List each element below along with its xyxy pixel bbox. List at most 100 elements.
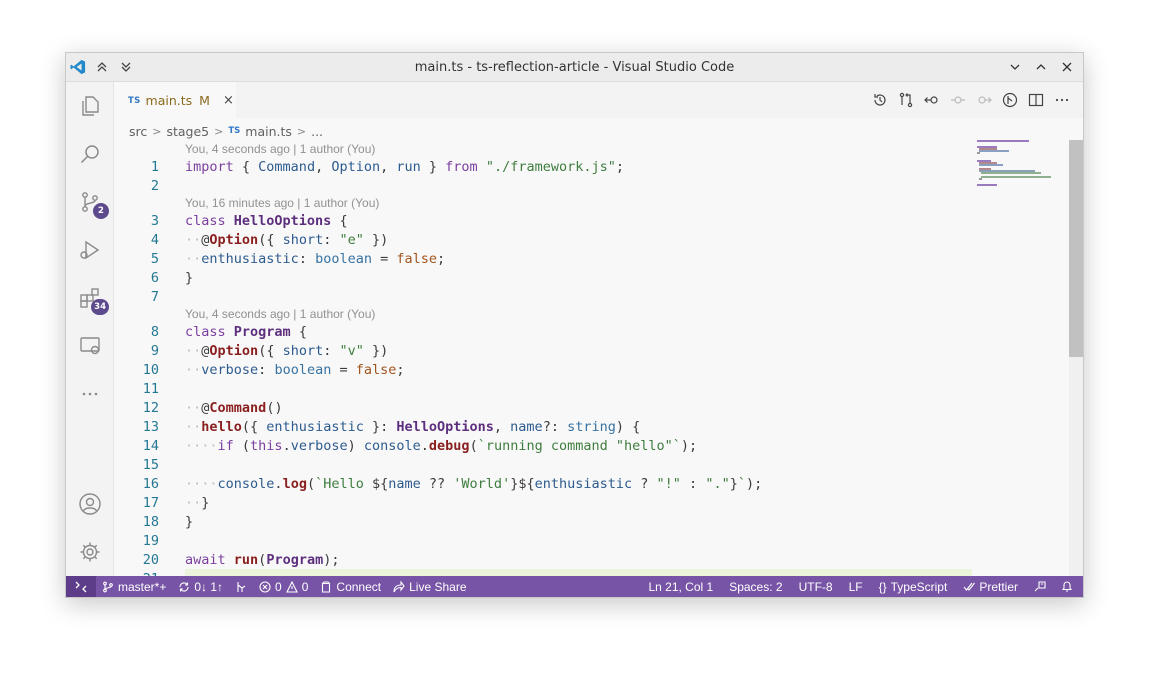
code-line: 18} [114, 512, 193, 531]
git-lens-icon[interactable] [1001, 91, 1019, 109]
code-text: ··verbose: boolean = false; [185, 361, 405, 378]
live-share-icon [393, 580, 405, 592]
more-icon[interactable] [76, 380, 104, 408]
breadcrumb-item-src[interactable]: src [129, 124, 147, 139]
braces-icon: {} [878, 579, 887, 594]
gitlens-status[interactable] [229, 581, 253, 593]
line-number: 10 [142, 361, 159, 378]
timeline-history-icon[interactable] [871, 91, 889, 109]
error-icon [259, 580, 271, 593]
accounts-icon[interactable] [76, 490, 104, 518]
code-line: 14 ····if (this.verbose) console.debug(`r… [114, 436, 697, 455]
run-debug-icon[interactable] [76, 236, 104, 264]
minimap[interactable] [977, 140, 1051, 204]
feedback-icon[interactable] [1026, 580, 1055, 593]
code-text: class HelloOptions { [185, 212, 348, 229]
editor-actions [871, 91, 1071, 109]
close-window-icon[interactable] [1059, 59, 1075, 75]
prettier-status[interactable]: Prettier [955, 580, 1026, 594]
language-mode[interactable]: {} TypeScript [871, 580, 956, 594]
error-count: 0 [275, 579, 282, 594]
previous-change-icon[interactable] [949, 91, 967, 109]
prettier-label: Prettier [979, 579, 1018, 594]
settings-gear-icon[interactable] [76, 538, 104, 566]
live-share-status[interactable]: Live Share [387, 580, 472, 594]
line-number: 3 [150, 212, 159, 229]
code-text: class Program { [185, 323, 307, 340]
codelens-blame[interactable]: You, 16 minutes ago | 1 author (You) [185, 194, 379, 211]
chevrons-up-icon[interactable] [94, 59, 110, 75]
line-number: 2 [150, 177, 159, 194]
open-changes-icon[interactable] [897, 91, 915, 109]
code-line: 9 ··@Option({ short: "v" }) [114, 341, 388, 360]
code-line: 10 ··verbose: boolean = false; [114, 360, 405, 379]
code-editor[interactable]: You, 4 seconds ago | 1 author (You) 1 imp… [114, 140, 974, 576]
cursor-position[interactable]: Ln 21, Col 1 [640, 580, 721, 594]
remote-indicator-icon[interactable] [66, 576, 96, 597]
line-number: 1 [150, 158, 159, 175]
breadcrumb-item-file[interactable]: main.ts [245, 124, 292, 139]
branch-name: master*+ [118, 579, 167, 594]
extensions-icon[interactable]: 34 [76, 284, 109, 315]
go-back-icon[interactable] [923, 91, 941, 109]
tab-close-icon[interactable]: × [223, 93, 234, 108]
tab-bar: TS main.ts M × [114, 82, 1083, 118]
codelens-blame[interactable]: You, 4 seconds ago | 1 author (You) [185, 305, 375, 322]
scrollbar-thumb[interactable] [1069, 140, 1083, 357]
status-bar: master*+ 0↓ 1↑ 0 0 Connect Live Share Ln… [66, 576, 1083, 597]
code-text: import { Command, Option, run } from "./… [185, 158, 625, 175]
code-text: ··} [185, 494, 210, 511]
line-number: 13 [142, 418, 159, 435]
encoding[interactable]: UTF-8 [791, 580, 841, 594]
breadcrumb: src > stage5 > TS main.ts > ... [129, 122, 323, 140]
gitlens-icon [237, 581, 246, 592]
sync-status[interactable]: 0↓ 1↑ [172, 580, 229, 594]
scm-badge: 2 [93, 203, 109, 219]
code-line: 19 [114, 531, 159, 550]
tab-filename: main.ts [145, 93, 193, 108]
code-text: ····if (this.verbose) console.debug(`run… [185, 437, 698, 454]
code-line: 7 [114, 287, 159, 306]
code-line: 8 class Program { [114, 322, 307, 341]
status-bar-right: Ln 21, Col 1 Spaces: 2 UTF-8 LF {} TypeS… [640, 580, 1083, 594]
typescript-file-icon: TS [228, 126, 241, 136]
connect-status[interactable]: Connect [314, 580, 387, 594]
remote-explorer-icon[interactable] [76, 332, 104, 360]
extensions-badge: 34 [91, 299, 109, 315]
warning-icon [285, 580, 298, 593]
line-number: 15 [142, 456, 159, 473]
end-of-line[interactable]: LF [841, 580, 871, 594]
tab-modified-status: M [199, 93, 210, 108]
code-text: ··@Command() [185, 399, 283, 416]
breadcrumb-item-stage5[interactable]: stage5 [166, 124, 209, 139]
notifications-bell-icon[interactable] [1055, 580, 1083, 593]
branch-status[interactable]: master*+ [96, 580, 172, 594]
explorer-icon[interactable] [76, 92, 104, 120]
split-editor-icon[interactable] [1027, 91, 1045, 109]
more-actions-icon[interactable] [1053, 91, 1071, 109]
sync-counts: 0↓ 1↑ [194, 579, 224, 594]
line-number: 7 [150, 288, 159, 305]
code-line: 4 ··@Option({ short: "e" }) [114, 230, 388, 249]
line-number: 20 [142, 551, 159, 568]
current-line-highlight [185, 569, 972, 576]
window-title: main.ts - ts-reflection-article - Visual… [414, 59, 735, 75]
title-bar: main.ts - ts-reflection-article - Visual… [66, 53, 1083, 82]
tab-main-ts[interactable]: TS main.ts M × [114, 82, 236, 118]
line-number: 19 [142, 532, 159, 549]
next-change-icon[interactable] [975, 91, 993, 109]
warning-count: 0 [301, 579, 309, 594]
connect-label: Connect [336, 579, 382, 594]
minimize-icon[interactable] [1007, 59, 1023, 75]
codelens-blame[interactable]: You, 4 seconds ago | 1 author (You) [185, 140, 375, 157]
vscode-window: main.ts - ts-reflection-article - Visual… [65, 52, 1084, 598]
search-icon[interactable] [76, 140, 104, 168]
chevrons-down-icon[interactable] [118, 59, 134, 75]
problems-status[interactable]: 0 0 [253, 580, 314, 594]
live-share-label: Live Share [409, 579, 467, 594]
sync-icon [179, 581, 189, 592]
indentation[interactable]: Spaces: 2 [721, 580, 790, 594]
breadcrumb-item-symbols[interactable]: ... [311, 124, 323, 139]
source-control-icon[interactable]: 2 [76, 188, 109, 219]
maximize-icon[interactable] [1033, 59, 1049, 75]
